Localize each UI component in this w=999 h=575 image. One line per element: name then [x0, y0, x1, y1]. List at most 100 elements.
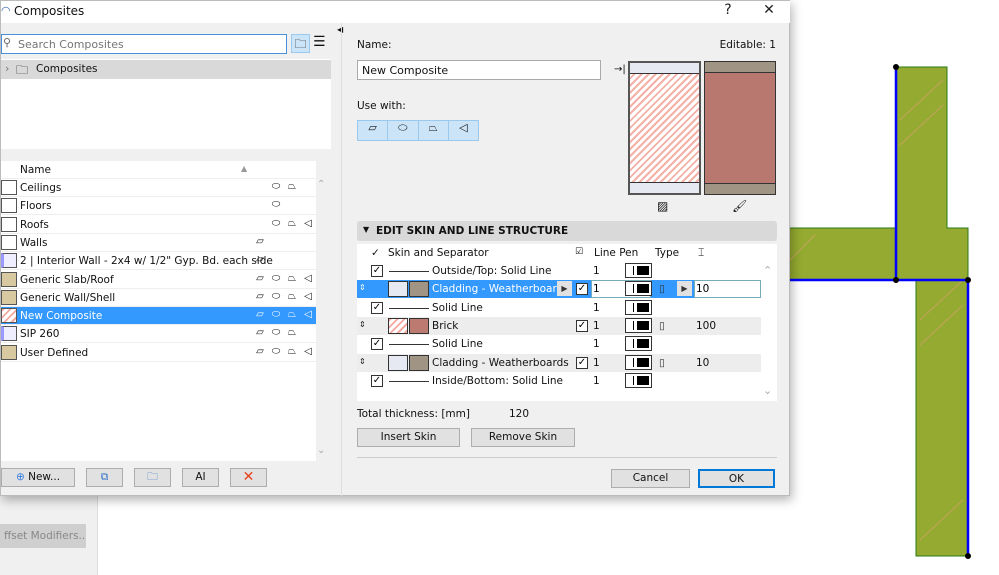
separator-row[interactable]: ✓ Solid Line 1	[357, 335, 761, 354]
list-item[interactable]: 2 | Interior Wall - 2x4 w/ 1/2" Gyp. Bd.…	[1, 252, 316, 271]
delete-button[interactable]: ✕	[230, 468, 267, 487]
hatch-swatch[interactable]	[388, 317, 408, 334]
new-folder-button[interactable]: 🗀	[134, 468, 171, 487]
list-item[interactable]: Generic Wall/Shell ▱ ⬭ ⏢ ◁	[1, 288, 316, 307]
panel-divider[interactable]	[341, 23, 342, 496]
drag-handle-icon[interactable]: ⇕	[359, 357, 366, 366]
thickness-value[interactable]: 10	[696, 283, 709, 295]
line-pen-value[interactable]: 1	[593, 338, 600, 350]
shell-tool-icon[interactable]: ◁	[449, 121, 478, 140]
line-pen-value[interactable]: 1	[593, 265, 600, 277]
skin-type-icon[interactable]: ▯	[659, 283, 665, 295]
list-item[interactable]: Generic Slab/Roof ▱ ⬭ ⏢ ◁	[1, 270, 316, 289]
separator-row[interactable]: ✓ Solid Line 1	[357, 298, 761, 317]
scroll-down-icon[interactable]: ⌄	[763, 384, 772, 397]
section-header[interactable]: ▼ EDIT SKIN AND LINE STRUCTURE	[357, 221, 777, 241]
remove-skin-button[interactable]: Remove Skin	[471, 428, 575, 447]
separator-row[interactable]: ✓ Outside/Top: Solid Line 1	[357, 262, 761, 280]
list-item[interactable]: SIP 260 ▱ ⬭ ⏢	[1, 325, 316, 344]
pen-swatch[interactable]	[625, 299, 652, 315]
type-menu-button[interactable]: ▶	[677, 281, 692, 297]
close-button[interactable]: ✕	[758, 2, 780, 18]
hatch-swatch[interactable]	[388, 354, 408, 371]
ok-button[interactable]: OK	[698, 469, 775, 488]
roof-use-icon: ⏢	[288, 290, 296, 302]
pen-swatch[interactable]	[625, 372, 652, 388]
chevron-right-icon[interactable]: ›	[5, 62, 9, 75]
roof-tool-icon[interactable]: ⏢	[419, 121, 449, 140]
slab-use-icon: ⬭	[271, 217, 281, 229]
roof-use-icon: ⏢	[288, 272, 296, 284]
thickness-value[interactable]: 100	[696, 320, 716, 332]
list-view-icon[interactable]: ☰	[313, 34, 326, 50]
composite-swatch-icon	[1, 271, 17, 287]
search-box[interactable]: ⚲	[1, 34, 287, 54]
line-visible-checkbox[interactable]: ✓	[371, 374, 383, 387]
pen-swatch[interactable]	[625, 263, 652, 278]
wall-top	[895, 66, 969, 281]
list-item[interactable]: New Composite ▱ ⬭ ⏢ ◁	[1, 307, 316, 326]
paint-brush-icon[interactable]: 🖌	[732, 199, 747, 213]
scroll-up-icon[interactable]: ⌃	[317, 179, 325, 190]
pen-swatch[interactable]	[625, 354, 652, 370]
scroll-down-icon[interactable]: ⌄	[317, 445, 325, 456]
skin-row[interactable]: ⇕ Cladding - Weatherboards ▶ ✓ ▯ 10 ▶ 1	[357, 280, 761, 299]
cancel-button[interactable]: Cancel	[611, 469, 690, 488]
folder-view-icon[interactable]: 🗀	[291, 34, 310, 53]
line-pen-value[interactable]: 1	[593, 302, 600, 314]
separator-row[interactable]: ✓ Inside/Bottom: Solid Line 1	[357, 371, 761, 390]
rename-button[interactable]: AI	[182, 468, 219, 487]
line-visible-checkbox[interactable]: ✓	[371, 301, 383, 314]
sort-asc-icon[interactable]: ▲	[241, 164, 247, 173]
list-item[interactable]: Walls ▱	[1, 233, 316, 252]
fill-swatch[interactable]	[409, 354, 429, 371]
composite-name-input[interactable]	[357, 60, 601, 80]
line-pen-value[interactable]: 1	[593, 375, 600, 387]
rename-icon: AI	[195, 471, 206, 483]
hatch-swatch[interactable]	[388, 281, 408, 298]
list-item[interactable]: Ceilings ⬭ ⏢	[1, 179, 316, 197]
building-material-menu-button[interactable]: ▶	[557, 281, 572, 297]
new-button[interactable]: ⊕ New...	[1, 468, 75, 487]
composite-swatch-icon	[1, 344, 17, 360]
slab-tool-icon[interactable]: ⬭	[388, 121, 419, 140]
help-button[interactable]: ?	[717, 2, 739, 18]
core-checkbox[interactable]: ✓	[576, 319, 588, 332]
list-item[interactable]: Floors ⬭	[1, 197, 316, 216]
line-pen-value[interactable]: 1	[593, 320, 600, 332]
wall-tool-icon[interactable]: ▱	[358, 121, 389, 140]
duplicate-button[interactable]: ⧉	[86, 468, 123, 487]
pen-swatch[interactable]	[625, 281, 652, 297]
thickness-value[interactable]: 10	[696, 357, 709, 369]
fill-swatch[interactable]	[409, 281, 429, 298]
scroll-up-icon[interactable]: ⌃	[763, 264, 772, 277]
search-input[interactable]	[1, 34, 287, 54]
slab-use-icon: ⬭	[271, 199, 281, 211]
fill-swatch[interactable]	[409, 317, 429, 334]
item-name: 2 | Interior Wall - 2x4 w/ 1/2" Gyp. Bd.…	[20, 255, 273, 268]
list-item[interactable]: User Defined ▱ ⬭ ⏢ ◁	[1, 343, 316, 362]
drag-handle-icon[interactable]: ⇕	[359, 320, 366, 329]
skin-row[interactable]: ⇕ Cladding - Weatherboards ✓ ▯ 10 1	[357, 353, 761, 372]
editable-count: Editable: 1	[719, 39, 776, 51]
tree-item-composites[interactable]: › 🗀 Composites	[1, 60, 331, 79]
triangle-down-icon[interactable]: ▼	[363, 225, 369, 234]
insert-skin-button[interactable]: Insert Skin	[357, 428, 460, 447]
skin-type-icon[interactable]: ▯	[659, 320, 665, 332]
line-visible-checkbox[interactable]: ✓	[371, 265, 383, 277]
core-checkbox[interactable]: ✓	[576, 356, 588, 369]
drag-handle-icon[interactable]: ⇕	[359, 283, 366, 292]
core-checkbox[interactable]: ✓	[576, 283, 588, 296]
wall-use-icon: ▱	[256, 235, 264, 247]
skin-type-icon[interactable]: ▯	[659, 357, 665, 369]
line-pen-value[interactable]: 1	[593, 357, 600, 369]
line-pen-value[interactable]: 1	[593, 283, 600, 295]
list-item[interactable]: Roofs ⬭ ⏢ ◁	[1, 215, 316, 234]
skin-row[interactable]: ⇕ Brick ✓ ▯ 100 1	[357, 316, 761, 335]
hatch-icon[interactable]: ▨	[657, 199, 668, 213]
pen-swatch[interactable]	[625, 336, 652, 352]
composite-swatch-icon	[1, 253, 17, 269]
pen-swatch[interactable]	[625, 317, 652, 333]
line-visible-checkbox[interactable]: ✓	[371, 338, 383, 351]
column-header-name[interactable]: Name	[20, 164, 51, 176]
